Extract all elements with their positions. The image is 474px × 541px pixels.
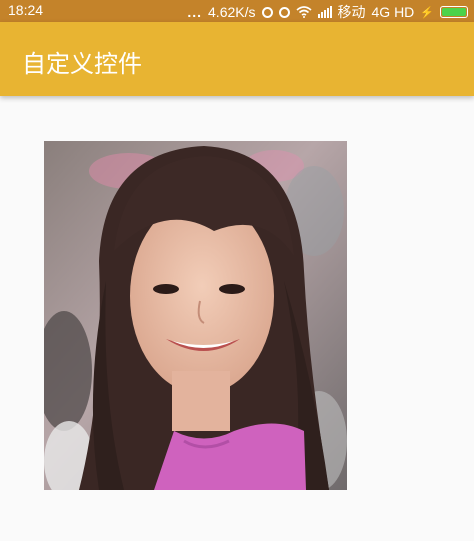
portrait-image (44, 141, 347, 490)
status-bar: 18:24 ... 4.62K/s 移动 4G HD ⚡ (0, 0, 474, 22)
network-speed: 4.62K/s (208, 4, 256, 20)
status-time: 18:24 (8, 2, 44, 18)
network-type: 4G HD (371, 4, 415, 20)
do-not-disturb-icon (261, 6, 273, 18)
cell-signal-icon (317, 6, 332, 18)
portrait-photo (44, 141, 347, 490)
battery-icon (440, 6, 468, 18)
status-indicators: ... 4.62K/s 移动 4G HD ⚡ (187, 2, 468, 22)
carrier-label: 移动 (337, 4, 366, 20)
charging-icon: ⚡ (420, 6, 434, 19)
app-title: 自定义控件 (22, 50, 142, 78)
app-bar: 自定义控件 (0, 22, 474, 96)
more-dots-icon: ... (187, 4, 203, 20)
alarm-icon (278, 6, 290, 18)
wifi-icon (295, 6, 312, 18)
